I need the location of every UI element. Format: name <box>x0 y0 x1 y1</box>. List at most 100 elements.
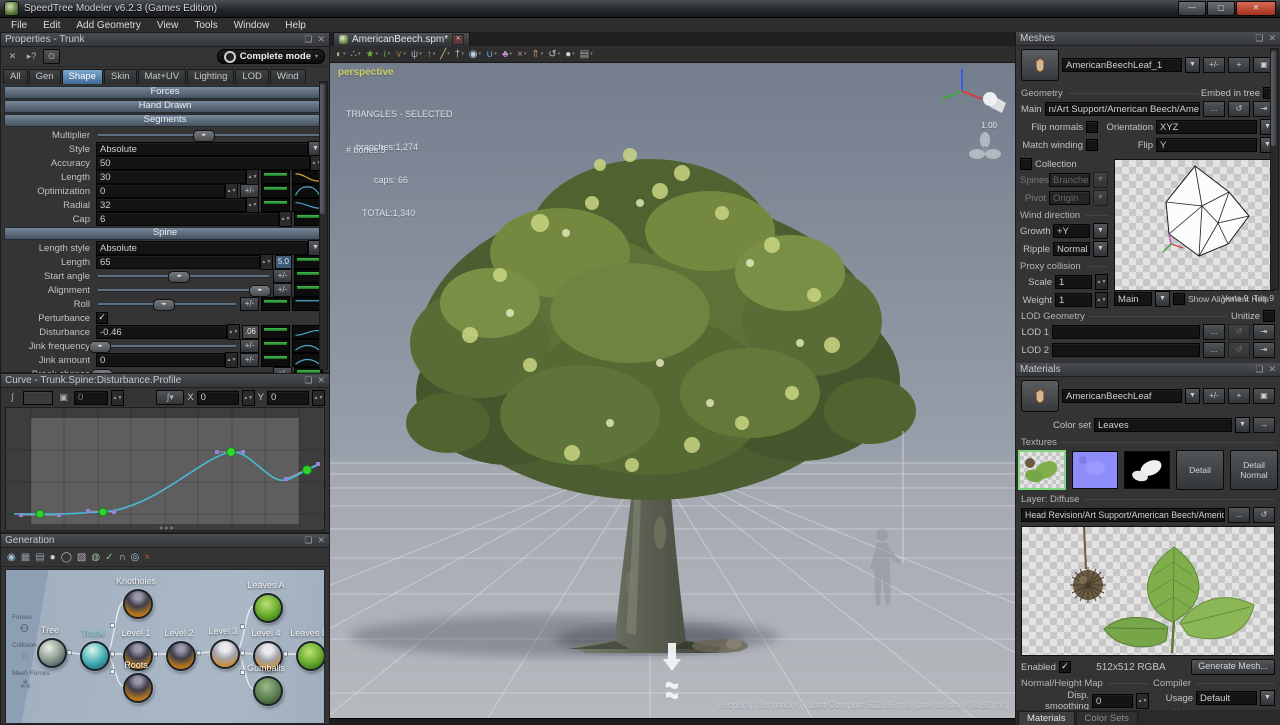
tab-gen[interactable]: Gen <box>29 69 61 84</box>
curve-color-swatch[interactable] <box>23 391 53 405</box>
canopy-icon[interactable]: ψ▾ <box>409 47 424 61</box>
section-forces[interactable]: Forces <box>4 86 326 99</box>
dropdown-length-style[interactable]: Absolute <box>96 241 308 255</box>
pointer-help-icon[interactable]: ▸? <box>24 50 39 63</box>
variance-thumb[interactable] <box>261 325 290 339</box>
close-panel-icon[interactable]: ✕ <box>1268 33 1276 44</box>
proxy-weight-field[interactable]: 1 <box>1055 293 1092 307</box>
mesh-pm-button[interactable]: +/- <box>1203 57 1225 73</box>
variance-badge[interactable]: 5.0 <box>275 255 292 269</box>
generate-mesh-button[interactable]: Generate Mesh... <box>1191 659 1275 675</box>
forces-icon[interactable]: ∴▾ <box>349 47 363 61</box>
material-combo[interactable]: AmericanBeechLeaf <box>1062 389 1182 403</box>
tab-lighting[interactable]: Lighting <box>187 69 234 84</box>
variance-button[interactable]: +/- <box>273 283 292 297</box>
section-segments[interactable]: Segments <box>4 114 326 127</box>
lock-icon[interactable]: ∩ <box>118 552 125 563</box>
tree-paint-icon[interactable]: ♣▾ <box>500 47 514 61</box>
y-stepper[interactable]: ▲▼ <box>312 390 325 406</box>
variance-thumb[interactable] <box>261 339 290 353</box>
variance-thumb[interactable] <box>261 184 290 198</box>
variance-button[interactable]: +/- <box>240 339 259 353</box>
mode-dropdown[interactable]: Complete mode ▾ <box>217 49 325 64</box>
growth-arrow-icon[interactable]: ▼ <box>1093 223 1108 239</box>
node-trunk[interactable] <box>80 641 110 671</box>
randomize-icon[interactable]: ▧ <box>77 552 86 563</box>
y-field[interactable]: 0 <box>267 391 309 405</box>
variance-badge[interactable]: .06 <box>242 325 259 339</box>
cut-icon[interactable]: ×▾ <box>515 47 528 61</box>
curve-index-field[interactable]: 0 <box>74 391 108 405</box>
float-panel-icon[interactable]: ❏ <box>1255 364 1263 375</box>
browse-button[interactable]: ... <box>1203 101 1225 117</box>
node-level-2[interactable] <box>166 641 196 671</box>
slider-roll[interactable]: ◂▸ <box>96 298 238 310</box>
slider-handle[interactable]: ◂▸ <box>89 341 111 353</box>
field-length[interactable]: 65 <box>96 255 260 269</box>
flip-normals-checkbox[interactable] <box>1086 121 1098 133</box>
tab-close-icon[interactable]: ✕ <box>452 34 464 45</box>
slider-handle[interactable]: ◂▸ <box>249 285 271 297</box>
proxy-scale-stepper[interactable]: ▲▼ <box>1095 274 1108 290</box>
variance-button[interactable]: +/- <box>240 297 259 311</box>
field-cap[interactable]: 6 <box>96 212 279 226</box>
browse-button[interactable]: ... <box>1203 324 1225 340</box>
attach-icon[interactable]: ⇥ <box>1253 324 1275 340</box>
check-icon[interactable]: ✓ <box>105 552 113 563</box>
node-gumballs[interactable] <box>253 676 283 706</box>
float-panel-icon[interactable]: ❏ <box>304 535 312 546</box>
node-leaves-b[interactable] <box>296 641 325 671</box>
main-path-field[interactable]: n/Art Support/American Beech/AmericanBee… <box>1045 102 1200 116</box>
slider-start-angle[interactable]: ◂▸ <box>96 270 271 282</box>
variance-thumb[interactable] <box>261 198 290 212</box>
match-winding-checkbox[interactable] <box>1086 139 1098 151</box>
growth-dropdown[interactable]: +Y <box>1053 224 1090 238</box>
field-radial[interactable]: 32 <box>96 198 246 212</box>
twig-icon[interactable]: ⋎▾ <box>393 47 408 61</box>
section-spine[interactable]: Spine <box>4 227 326 240</box>
close-button[interactable]: ✕ <box>1236 1 1276 16</box>
flip-dropdown[interactable]: Y <box>1156 138 1257 152</box>
lod1-field[interactable] <box>1052 325 1200 339</box>
float-panel-icon[interactable]: ❏ <box>304 34 312 45</box>
diffuse-thumb[interactable] <box>1018 450 1066 490</box>
tab-lod[interactable]: LOD <box>235 69 269 84</box>
target-icon[interactable]: ◎ <box>131 552 140 563</box>
material-combo-arrow-icon[interactable]: ▼ <box>1185 388 1200 404</box>
variance-button[interactable]: +/- <box>273 269 292 283</box>
node-roots[interactable] <box>123 673 153 703</box>
proxy-scale-field[interactable]: 1 <box>1055 275 1092 289</box>
stepper-icon[interactable]: ▲▼ <box>246 169 259 185</box>
node-level-3[interactable] <box>210 639 240 669</box>
node-tree[interactable] <box>37 638 67 668</box>
tab-mat-uv[interactable]: Mat+UV <box>138 69 187 84</box>
checkbox-perturbance[interactable]: ✓ <box>96 312 108 324</box>
ripple-arrow-icon[interactable]: ▼ <box>1093 241 1108 257</box>
hand-draw-icon[interactable]: ╱▾ <box>438 47 452 61</box>
material-duplicate-icon[interactable]: ▣ <box>1253 388 1275 404</box>
usage-arrow-icon[interactable]: ▼ <box>1260 690 1275 706</box>
variance-button[interactable]: +/- <box>240 184 259 198</box>
export-icon[interactable]: ⇑▾ <box>529 47 545 61</box>
mesh-preview[interactable] <box>1114 159 1274 291</box>
visibility-icon[interactable]: ⊙ <box>43 49 60 64</box>
node-knotholes[interactable] <box>123 589 153 619</box>
lod2-field[interactable] <box>1052 343 1200 357</box>
texture-preview[interactable] <box>1021 526 1275 656</box>
stepper-icon[interactable]: ▲▼ <box>227 324 240 340</box>
hide-children-icon[interactable]: ▤ <box>35 552 44 563</box>
alpha-thumb[interactable] <box>1124 451 1170 489</box>
menu-file[interactable]: File <box>4 19 34 32</box>
color-set-arrow-icon[interactable]: ▼ <box>1235 417 1250 433</box>
field-length[interactable]: 30 <box>96 170 246 184</box>
focus-node-icon[interactable]: ◉ <box>7 552 16 563</box>
leaf-star-icon[interactable]: ★▾ <box>363 47 379 61</box>
menu-tools[interactable]: Tools <box>187 19 224 32</box>
delete-icon[interactable]: × <box>144 552 150 563</box>
tab-shape[interactable]: Shape <box>62 69 103 84</box>
rotate-icon[interactable]: ↺▾ <box>546 47 562 61</box>
notepad-icon[interactable]: ▤▾ <box>578 47 595 61</box>
stepper-icon[interactable]: ▲▼ <box>260 254 273 270</box>
panel-splitter[interactable]: ●●● <box>159 525 175 532</box>
variance-thumb[interactable] <box>261 170 290 184</box>
